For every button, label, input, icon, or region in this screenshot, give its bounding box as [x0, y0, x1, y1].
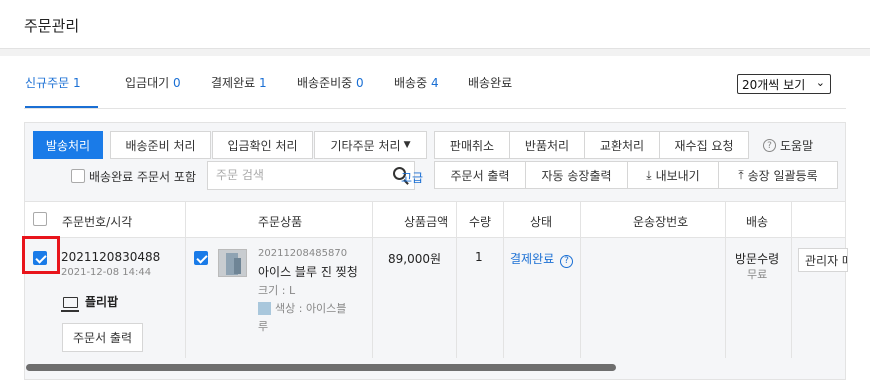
- return-button[interactable]: 반품처리: [509, 131, 585, 159]
- question-icon: ?: [763, 139, 776, 152]
- product-color: 색상 : 아이스블: [275, 302, 347, 315]
- recollect-button[interactable]: 재수집 요청: [659, 131, 749, 159]
- tabs-divider: [24, 108, 846, 109]
- product-price: 89,000원: [388, 252, 442, 266]
- quantity: 1: [475, 250, 483, 264]
- col-delivery[interactable]: 배송: [746, 213, 768, 230]
- tab-preparing[interactable]: 배송준비중 0: [297, 74, 364, 91]
- other-order-dropdown[interactable]: 기타주문 처리 ▼: [314, 131, 427, 159]
- order-panel: 신규주문 1 입금대기 0 결제완료 1 배송준비중 0 배송중 4 배송완료 …: [0, 56, 870, 380]
- select-all-checkbox[interactable]: [33, 212, 47, 226]
- order-search[interactable]: [207, 161, 415, 190]
- confirm-deposit-button[interactable]: 입금확인 처리: [212, 131, 313, 159]
- status-tabs: 신규주문 1 입금대기 0 결제완료 1 배송준비중 0 배송중 4 배송완료 …: [0, 56, 870, 110]
- upload-icon: ⤒: [738, 167, 744, 182]
- include-delivered-label: 배송완료 주문서 포함: [89, 170, 196, 184]
- order-number[interactable]: 2021120830488: [61, 250, 160, 264]
- product-size: 크기 : L: [258, 284, 296, 297]
- col-invoice[interactable]: 운송장번호: [633, 213, 688, 230]
- laptop-icon: [61, 297, 79, 312]
- order-grid: 발송처리 배송준비 처리 입금확인 처리 기타주문 처리 ▼ 판매취소 반품처리 …: [24, 122, 848, 380]
- prep-shipping-button[interactable]: 배송준비 처리: [110, 131, 211, 159]
- export-button[interactable]: ⤓ 내보내기: [627, 161, 719, 189]
- selection-highlight: [22, 236, 60, 274]
- auto-invoice-button[interactable]: 자동 송장출력: [525, 161, 628, 189]
- col-price[interactable]: 상품금액: [404, 213, 448, 230]
- include-delivered-checkbox[interactable]: [71, 169, 85, 183]
- col-qty[interactable]: 수량: [469, 213, 491, 230]
- advanced-search-link[interactable]: 고급: [401, 169, 423, 186]
- tab-shipping[interactable]: 배송중 4: [394, 74, 439, 91]
- order-time: 2021-12-08 14:44: [61, 267, 152, 278]
- print-order-button[interactable]: 주문서 출력: [434, 161, 526, 189]
- col-order-no[interactable]: 주문번호/시각: [62, 213, 132, 230]
- table-row[interactable]: 2021120830488 2021-12-08 14:44 플리팝 주문서 출…: [25, 238, 848, 358]
- tab-awaiting-deposit[interactable]: 입금대기 0: [125, 74, 181, 91]
- tab-delivered[interactable]: 배송완료: [468, 74, 512, 91]
- cancel-sale-button[interactable]: 판매취소: [434, 131, 510, 159]
- horizontal-scrollbar[interactable]: [26, 364, 616, 371]
- chevron-down-icon: ⌄: [815, 76, 825, 89]
- sales-channel: 플리팝: [85, 295, 119, 309]
- bulk-invoice-button[interactable]: ⤒ 송장 일괄등록: [718, 161, 838, 189]
- status-link[interactable]: 결제완료 ?: [510, 250, 577, 268]
- color-swatch: [258, 302, 271, 315]
- help-link[interactable]: ? 도움말: [763, 137, 813, 154]
- product-name[interactable]: 아이스 블루 진 찢청: [258, 263, 358, 280]
- tab-new-orders[interactable]: 신규주문 1: [25, 74, 81, 91]
- delivery-fee: 무료: [747, 268, 768, 281]
- download-icon: ⤓: [646, 167, 652, 182]
- tab-paid[interactable]: 결제완료 1: [211, 74, 267, 91]
- question-icon[interactable]: ?: [560, 254, 573, 268]
- table-header: 주문번호/시각 주문상품 상품금액 수량 상태 운송장번호 배송: [25, 201, 845, 239]
- row-print-order-button[interactable]: 주문서 출력: [62, 323, 144, 352]
- product-color-cont: 루: [258, 320, 269, 333]
- page-header: 주문관리: [0, 0, 870, 49]
- product-code: 20211208485870: [258, 248, 348, 259]
- caret-down-icon: ▼: [403, 140, 411, 150]
- product-thumbnail[interactable]: [218, 249, 247, 277]
- admin-memo-button[interactable]: 관리자 메: [798, 248, 848, 272]
- per-page-select[interactable]: 20개씩 보기 ⌄: [737, 74, 831, 94]
- col-product[interactable]: 주문상품: [258, 213, 302, 230]
- ship-button[interactable]: 발송처리: [33, 131, 103, 159]
- col-status[interactable]: 상태: [530, 213, 552, 230]
- exchange-button[interactable]: 교환처리: [584, 131, 660, 159]
- page-title: 주문관리: [24, 17, 80, 35]
- order-table: 주문번호/시각 주문상품 상품금액 수량 상태 운송장번호 배송 2021120…: [25, 201, 848, 358]
- delivery-method: 방문수령: [735, 252, 780, 266]
- product-checkbox[interactable]: [194, 251, 208, 265]
- search-input[interactable]: [216, 168, 366, 182]
